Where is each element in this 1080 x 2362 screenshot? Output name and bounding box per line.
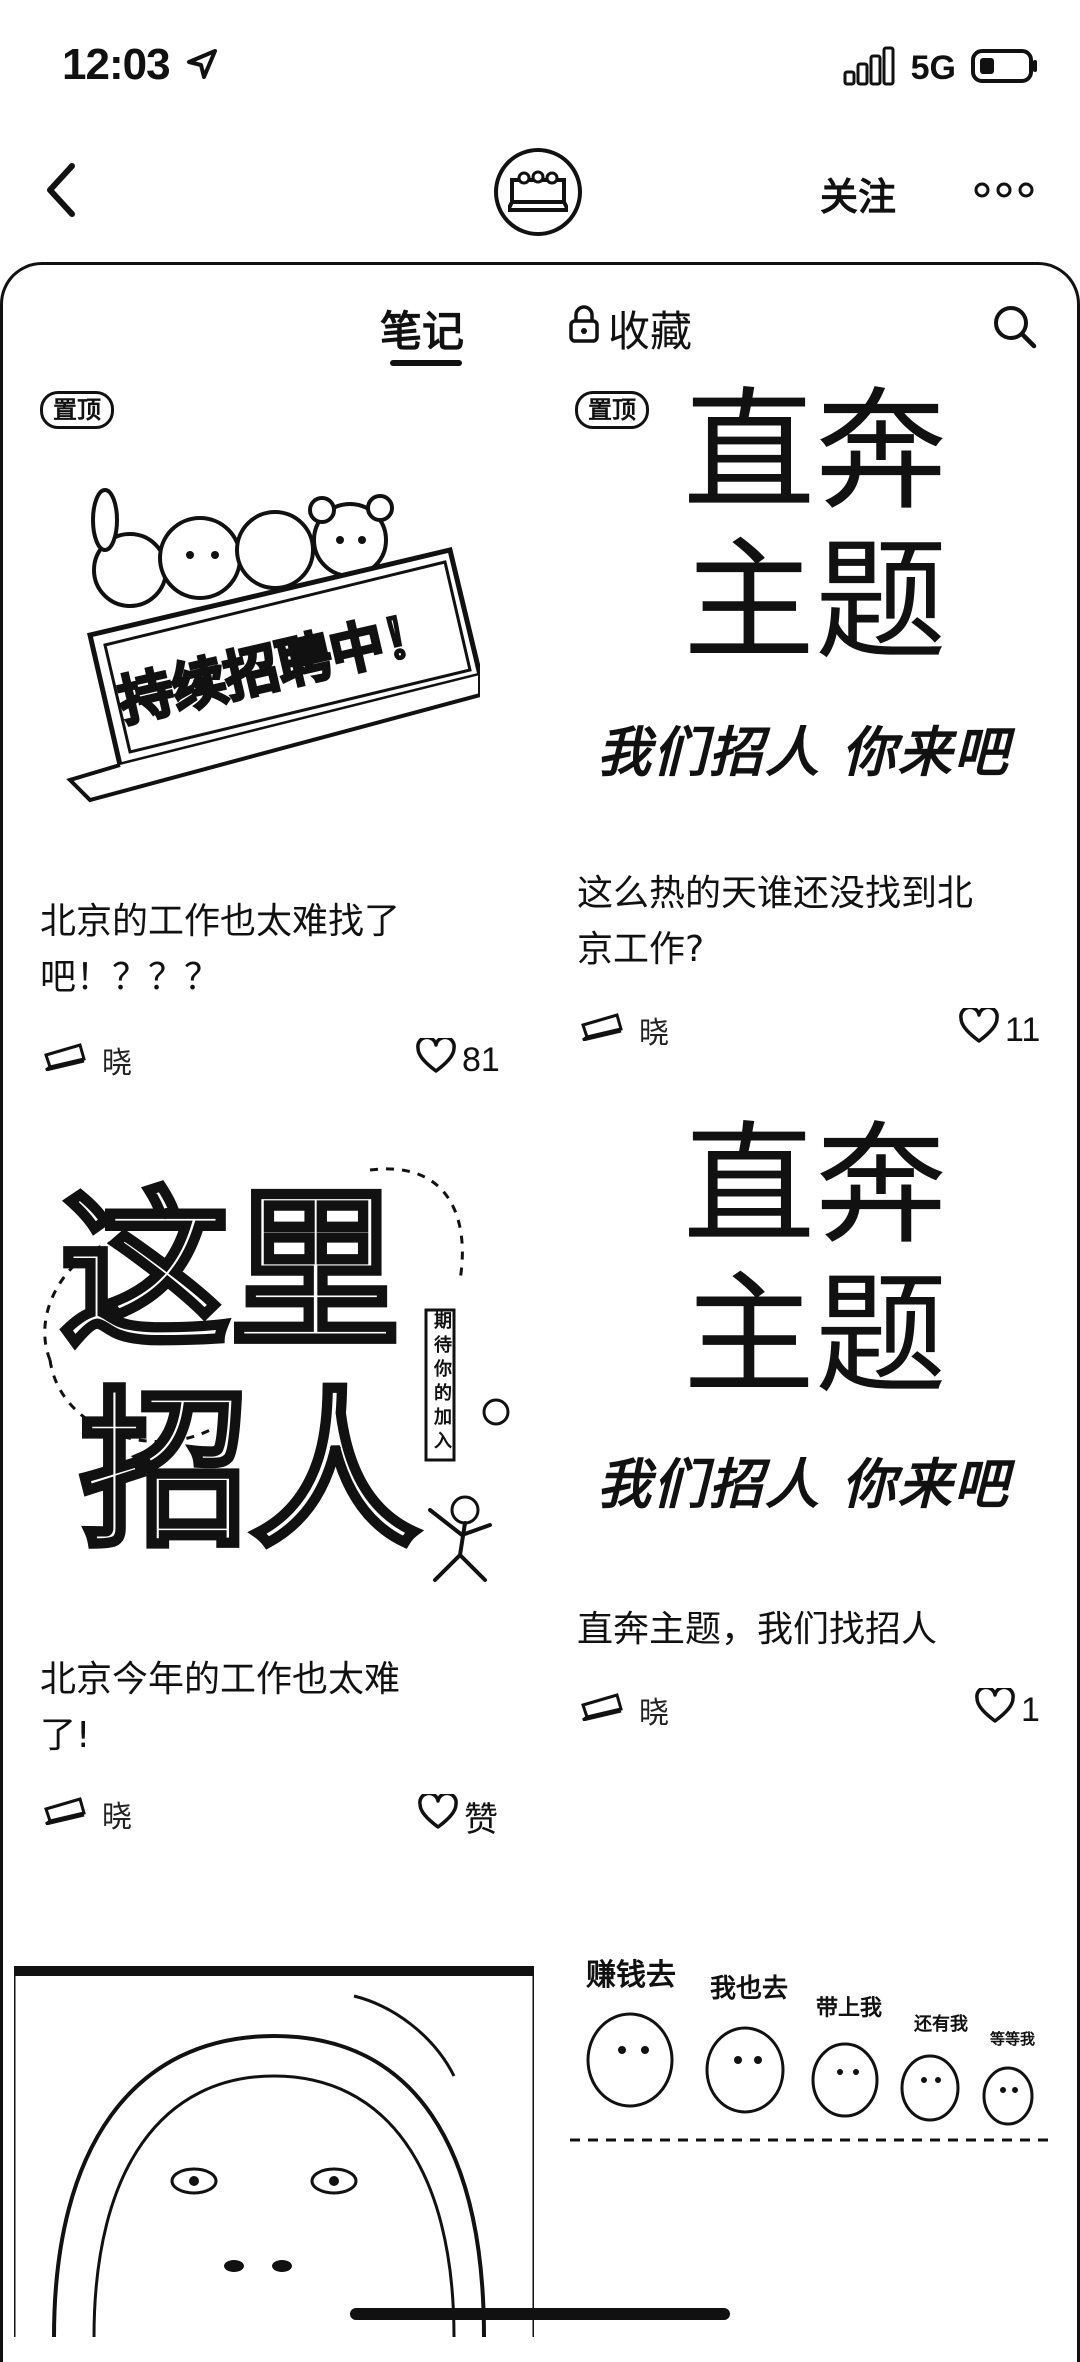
note-title: 北京的工作也太难找了 吧！？？？: [40, 901, 401, 998]
tab-favorites-label: 收藏: [608, 307, 693, 356]
search-button[interactable]: [990, 302, 1040, 356]
author-avatar-icon: [581, 1691, 623, 1729]
status-indicators: 5G: [843, 44, 1040, 92]
network-label: 5G: [910, 48, 956, 87]
chick-label: 我也去: [710, 1974, 789, 2004]
more-button[interactable]: [974, 178, 1034, 206]
author-name: 晓: [102, 1800, 132, 1835]
tab-notes-label: 笔记: [380, 307, 465, 356]
poster-tagline: 我们招人 你来吧: [597, 1452, 1010, 1516]
pinned-badge: 置顶: [40, 391, 114, 429]
note-title: 这么热的天谁还没找到北 京工作?: [577, 873, 974, 970]
author-name: 晓: [639, 1696, 669, 1731]
chick-label: 还有我: [914, 2014, 968, 2035]
active-tab-indicator: [390, 360, 462, 366]
tab-notes[interactable]: 笔记: [380, 298, 464, 359]
note-card[interactable]: 直奔 主题 我们招人 你来吧 直奔主题，我们找招人 晓 1: [545, 1120, 1080, 1740]
note-author[interactable]: 晓: [44, 1792, 132, 1836]
like-button[interactable]: 11: [959, 1005, 1041, 1053]
note-card[interactable]: 置顶 持续招聘中！ 北京的工作也太难找了 吧！？？？ 晓 81: [0, 380, 535, 1110]
author-avatar-icon: [44, 1795, 86, 1833]
avatar-sign-icon: [508, 170, 568, 212]
like-count: 1: [1021, 1691, 1040, 1729]
follow-button[interactable]: 关注: [820, 166, 896, 221]
heart-icon: [975, 1685, 1015, 1733]
chevron-left-icon: [40, 163, 84, 224]
search-icon: [990, 306, 1040, 356]
doodle-line-1: 这里: [60, 1171, 400, 1371]
poster-line-1: 直奔: [683, 1109, 947, 1263]
poster-line-2: 主题: [683, 525, 947, 679]
heart-icon: [416, 1035, 456, 1083]
note-title: 北京今年的工作也太难 了!: [40, 1659, 401, 1756]
heart-icon: [418, 1791, 458, 1839]
home-indicator[interactable]: [350, 2308, 730, 2320]
doodle-line-2: 招人: [80, 1371, 420, 1571]
like-button[interactable]: 1: [975, 1685, 1040, 1733]
note-title: 直奔主题，我们找招人: [577, 1609, 938, 1650]
author-name: 晓: [639, 1016, 669, 1051]
status-time-text: 12:03: [62, 40, 171, 89]
battery-icon: [970, 46, 1040, 90]
chick-label: 等等我: [990, 2030, 1036, 2048]
note-author[interactable]: 晓: [44, 1038, 132, 1082]
note-card[interactable]: 置顶 直奔 主题 我们招人 你来吧 这么热的天谁还没找到北 京工作? 晓 11: [545, 380, 1080, 1080]
note-card[interactable]: 赚钱去 我也去 带上我 还有我 等等我: [560, 1950, 1060, 2150]
side-caption: 期待你的加入: [434, 1311, 452, 1452]
note-card[interactable]: 这里 招人 期待你的加入 北京今年的工作也太难 了! 晓 赞: [0, 1130, 535, 1860]
hiring-sign-illustration: 持续招聘中！: [66, 488, 480, 803]
like-count: 81: [462, 1041, 500, 1079]
poster-line-2: 主题: [683, 1259, 947, 1413]
signal-icon: [843, 46, 897, 90]
note-card[interactable]: [14, 1966, 534, 2337]
avatar[interactable]: [494, 148, 582, 236]
author-name: 晓: [102, 1046, 132, 1081]
note-author[interactable]: 晓: [581, 1008, 669, 1052]
poster-tagline: 我们招人 你来吧: [597, 720, 1010, 784]
like-button[interactable]: 81: [416, 1035, 500, 1083]
heart-icon: [959, 1005, 999, 1053]
like-button[interactable]: 赞: [418, 1791, 498, 1841]
pinned-badge: 置顶: [575, 391, 649, 429]
like-count: 赞: [464, 1800, 498, 1840]
tab-favorites[interactable]: 收藏: [568, 298, 692, 359]
like-count: 11: [1005, 1011, 1041, 1049]
status-time: 12:03: [62, 40, 219, 92]
poster-line-1: 直奔: [683, 375, 947, 529]
lock-icon: [568, 304, 600, 354]
chick-label: 赚钱去: [586, 1958, 676, 1993]
more-dots-icon: [974, 182, 1034, 206]
portrait-photo: [14, 1966, 534, 2337]
note-author[interactable]: 晓: [581, 1688, 669, 1732]
author-avatar-icon: [581, 1011, 623, 1049]
author-avatar-icon: [44, 1041, 86, 1079]
location-arrow-icon: [185, 42, 219, 92]
back-button[interactable]: [40, 160, 84, 224]
chick-label: 带上我: [816, 1996, 883, 2021]
